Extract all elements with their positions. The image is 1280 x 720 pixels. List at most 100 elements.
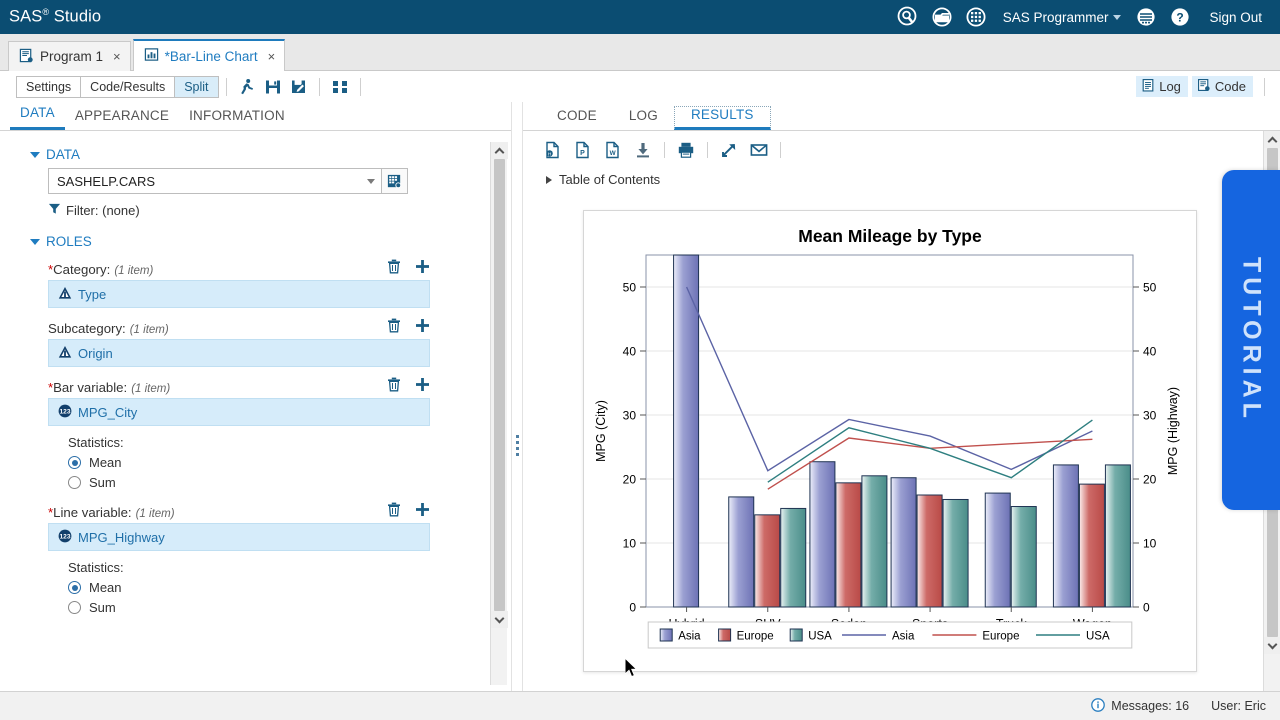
log-button[interactable]: Log	[1136, 76, 1188, 97]
tab-label: Program 1	[40, 49, 103, 64]
view-code-results-button[interactable]: Code/Results	[81, 77, 175, 97]
role-chip-type[interactable]: Type	[48, 280, 430, 308]
plus-icon[interactable]	[415, 502, 430, 517]
tab-information[interactable]: INFORMATION	[179, 108, 295, 130]
plus-icon[interactable]	[415, 377, 430, 392]
filter-icon	[48, 202, 61, 218]
radio-label: Mean	[89, 455, 122, 470]
options-scroll-area: DATA SASHELP.CARS Filter: (none)	[0, 131, 517, 691]
section-title: DATA	[46, 147, 80, 162]
pdf-icon[interactable]: P	[569, 137, 597, 163]
scroll-up-button[interactable]	[1264, 131, 1280, 148]
collapse-icon[interactable]	[327, 75, 353, 99]
close-icon[interactable]: ×	[113, 49, 121, 64]
toc-label: Table of Contents	[559, 172, 660, 187]
dataset-select[interactable]: SASHELP.CARS	[48, 168, 382, 194]
role-chip-mpg-highway[interactable]: 123 MPG_Highway	[48, 523, 430, 551]
svg-text:50: 50	[1143, 281, 1157, 295]
results-toolbar-divider	[664, 142, 665, 158]
log-button-label: Log	[1159, 79, 1181, 94]
tab-data[interactable]: DATA	[10, 105, 65, 130]
search-icon[interactable]	[891, 0, 925, 34]
scroll-up-button[interactable]	[491, 142, 508, 159]
scroll-down-button[interactable]	[491, 611, 508, 628]
table-of-contents-toggle[interactable]: Table of Contents	[546, 172, 1280, 187]
open-new-icon[interactable]	[715, 137, 743, 163]
svg-text:30: 30	[1143, 409, 1157, 423]
radio-line-mean[interactable]: Mean	[68, 580, 457, 595]
svg-text:?: ?	[1177, 11, 1184, 25]
sign-out-button[interactable]: Sign Out	[1197, 10, 1272, 25]
numeric-var-icon: 123	[58, 404, 72, 421]
email-icon[interactable]	[745, 137, 773, 163]
tab-results[interactable]: RESULTS	[674, 106, 771, 130]
radio-line-sum[interactable]: Sum	[68, 600, 457, 615]
view-mode-segmented: Settings Code/Results Split	[16, 76, 219, 98]
panel-splitter[interactable]	[511, 102, 523, 691]
code-button[interactable]: Code	[1192, 76, 1253, 97]
options-icon[interactable]	[1129, 0, 1163, 34]
user-label: User: Eric	[1211, 699, 1266, 713]
section-header-roles[interactable]: ROLES	[30, 234, 457, 249]
chevron-right-icon	[546, 176, 552, 184]
scroll-down-button[interactable]	[1264, 637, 1280, 654]
word-icon[interactable]: W	[599, 137, 627, 163]
help-icon[interactable]: ?	[1163, 0, 1197, 34]
svg-text:0: 0	[1143, 601, 1150, 615]
tab-program-1[interactable]: Program 1 ×	[8, 41, 131, 71]
svg-text:0: 0	[629, 601, 636, 615]
role-header-subcategory: Subcategory: (1 item)	[48, 318, 430, 336]
plus-icon[interactable]	[415, 318, 430, 333]
svg-text:Europe: Europe	[982, 631, 1019, 643]
options-scrollbar[interactable]	[490, 142, 507, 685]
chart-title: Mean Mileage by Type	[798, 226, 982, 246]
trash-icon[interactable]	[387, 502, 401, 517]
html-icon[interactable]: H	[539, 137, 567, 163]
role-chip-mpg-city[interactable]: 123 MPG_City	[48, 398, 430, 426]
filter-row[interactable]: Filter: (none)	[48, 202, 457, 218]
download-icon[interactable]	[629, 137, 657, 163]
save-icon[interactable]	[260, 75, 286, 99]
close-icon[interactable]: ×	[268, 49, 276, 64]
folder-icon[interactable]	[925, 0, 959, 34]
view-split-button[interactable]: Split	[175, 77, 217, 97]
user-role-menu[interactable]: SAS Programmer	[993, 10, 1130, 25]
view-settings-button[interactable]: Settings	[17, 77, 81, 97]
y2-axis-label: MPG (Highway)	[1166, 387, 1180, 475]
chevron-down-icon	[1113, 15, 1121, 20]
chip-label: MPG_City	[78, 405, 137, 420]
trash-icon[interactable]	[387, 259, 401, 274]
options-panel: DATA APPEARANCE INFORMATION DATA SASHELP…	[0, 102, 517, 691]
toolbar-right-actions: Log Code	[1136, 76, 1280, 97]
options-content: DATA SASHELP.CARS Filter: (none)	[0, 131, 487, 625]
save-as-icon[interactable]	[286, 75, 312, 99]
svg-text:30: 30	[623, 409, 637, 423]
run-icon[interactable]	[234, 75, 260, 99]
tab-appearance[interactable]: APPEARANCE	[65, 108, 179, 130]
print-icon[interactable]	[672, 137, 700, 163]
radio-bar-sum[interactable]: Sum	[68, 475, 457, 490]
tutorial-tab[interactable]: TUTORIAL	[1222, 170, 1280, 510]
svg-text:20: 20	[1143, 473, 1157, 487]
tab-bar-line-chart[interactable]: *Bar-Line Chart ×	[133, 39, 286, 71]
section-header-data[interactable]: DATA	[30, 147, 457, 162]
tutorial-label: TUTORIAL	[1237, 257, 1266, 423]
trash-icon[interactable]	[387, 377, 401, 392]
role-label: *Line variable:	[48, 505, 132, 520]
svg-text:50: 50	[623, 281, 637, 295]
tab-code[interactable]: CODE	[541, 108, 613, 130]
role-chip-origin[interactable]: Origin	[48, 339, 430, 367]
radio-bar-mean[interactable]: Mean	[68, 455, 457, 470]
messages-indicator[interactable]: Messages: 16	[1091, 698, 1189, 715]
tab-log[interactable]: LOG	[613, 108, 674, 130]
role-item-count: (1 item)	[131, 383, 170, 395]
toolbar-divider-4	[1264, 78, 1265, 96]
trash-icon[interactable]	[387, 318, 401, 333]
scrollbar-thumb[interactable]	[494, 159, 505, 611]
statistics-label-line: Statistics:	[68, 560, 457, 575]
role-header-line-variable: *Line variable: (1 item)	[48, 502, 430, 520]
apps-grid-icon[interactable]	[959, 0, 993, 34]
code-icon	[1197, 78, 1211, 95]
select-table-icon[interactable]	[382, 168, 408, 194]
plus-icon[interactable]	[415, 259, 430, 274]
